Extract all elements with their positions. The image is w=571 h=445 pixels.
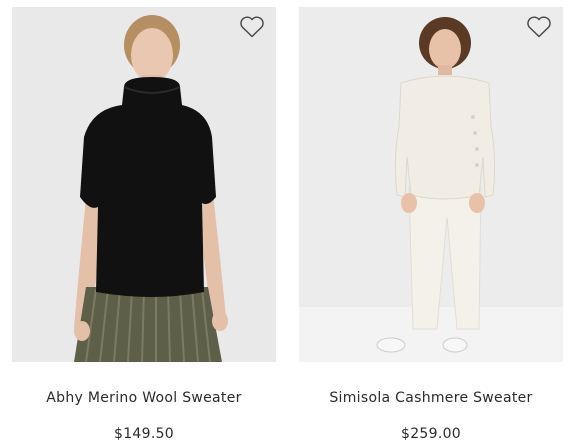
product-image[interactable] [299, 7, 563, 362]
heart-outline-icon [240, 16, 264, 38]
product-grid: Abhy Merino Wool Sweater $149.50 Simisol… [0, 0, 571, 445]
product-price: $149.50 [114, 426, 174, 442]
heart-outline-icon [527, 16, 551, 38]
product-card: Abhy Merino Wool Sweater $149.50 [12, 0, 276, 445]
product-name[interactable]: Simisola Cashmere Sweater [299, 390, 563, 406]
product-card: Simisola Cashmere Sweater $259.00 [299, 0, 563, 445]
product-price: $259.00 [401, 426, 461, 442]
wishlist-button[interactable] [525, 14, 553, 40]
product-image[interactable] [12, 7, 276, 362]
wishlist-button[interactable] [238, 14, 266, 40]
product-name[interactable]: Abhy Merino Wool Sweater [12, 390, 276, 406]
